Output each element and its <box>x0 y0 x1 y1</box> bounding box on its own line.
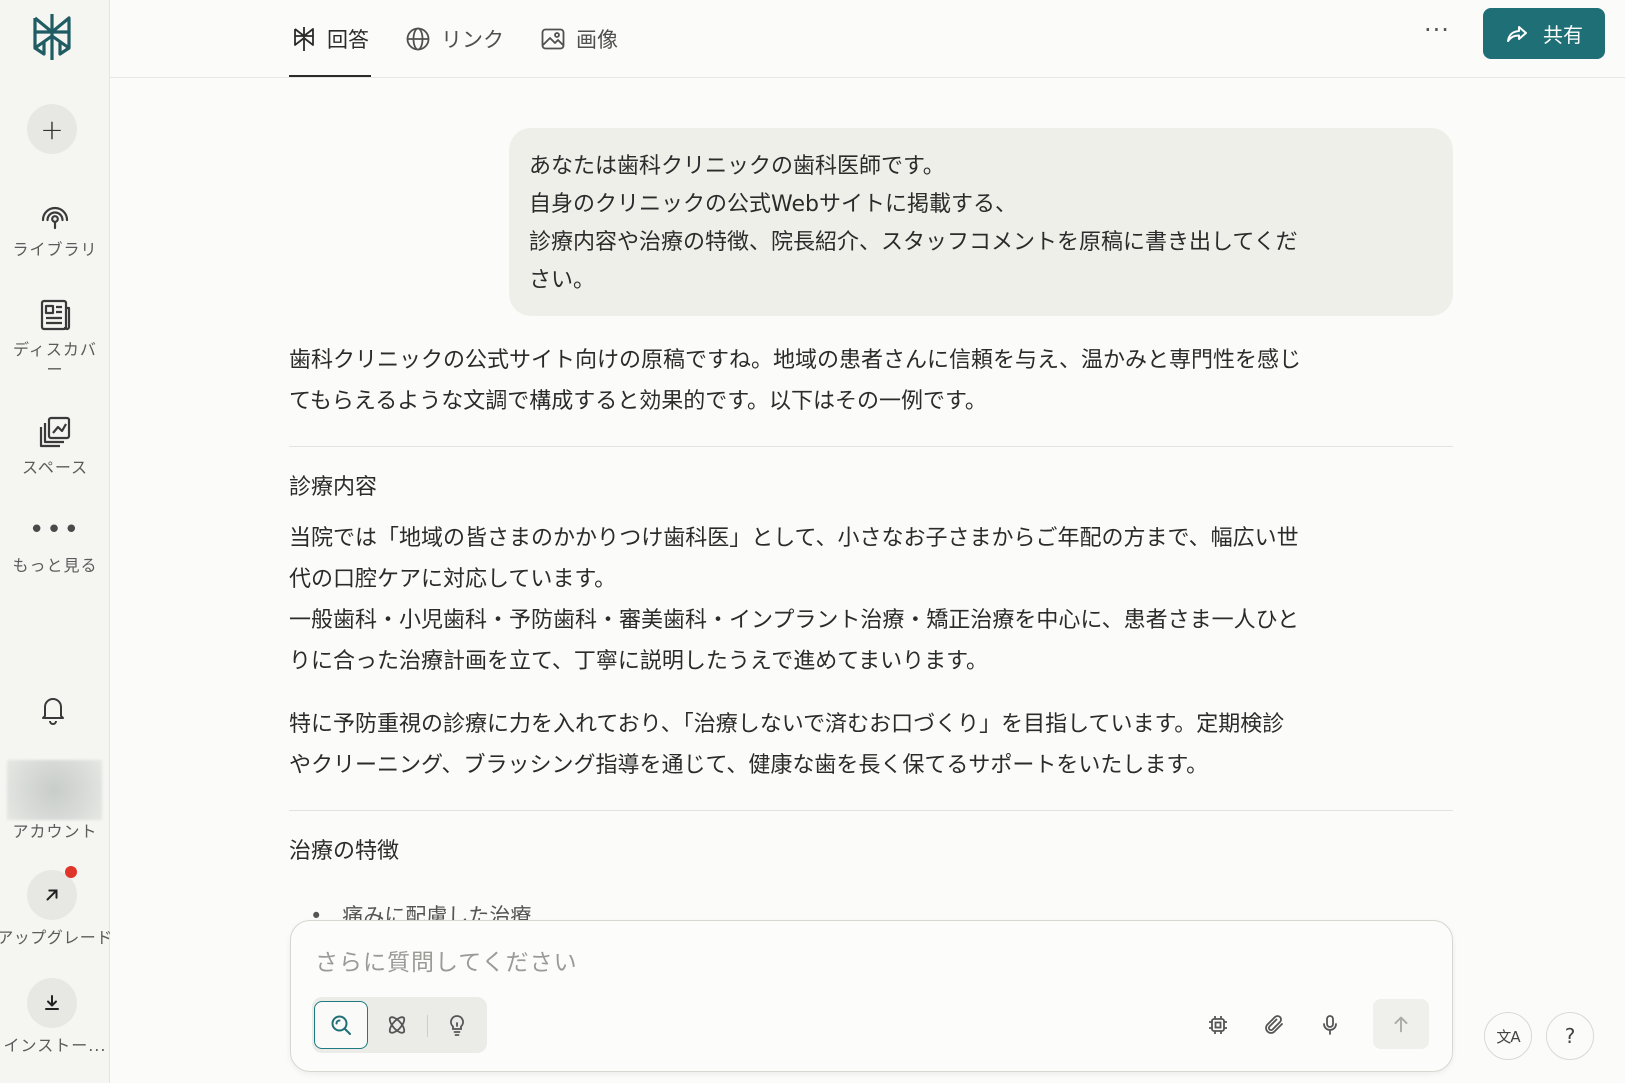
tab-answer[interactable]: 回答 <box>289 0 371 78</box>
tab-label: リンク <box>441 28 504 52</box>
sidebar: + ライブラリ ディスカバー スペース ••• もっと見る アカウント アップグ… <box>0 0 112 1083</box>
paragraph-line: やクリーニング、ブラッシング指導を通じて、健康な歯を長く保てるサポートをいたしま… <box>289 753 1209 778</box>
paragraph-line: 当院では「地域の皆さまのかかりつけ歯科医」として、小さなお子さまからご年配の方ま… <box>289 526 1299 551</box>
download-icon <box>45 995 59 1010</box>
sidebar-item-label: ライブラリ <box>12 240 98 259</box>
share-icon <box>1507 25 1527 42</box>
lightbulb-icon <box>450 1015 464 1036</box>
user-message-line: 診療内容や治療の特徴、院長紹介、スタッフコメントを原稿に書き出してくだ <box>529 230 1298 255</box>
translate-icon: 文A <box>1496 1027 1520 1046</box>
more-icon: ••• <box>28 515 81 545</box>
user-message-bubble: あなたは歯科クリニックの歯科医師です。 自身のクリニックの公式Webサイトに掲載… <box>509 128 1453 316</box>
result-tabs: 回答 リンク 画像 <box>289 0 652 78</box>
upgrade-label[interactable]: アップグレード <box>0 928 116 948</box>
sidebar-item-spaces[interactable]: スペース <box>0 414 110 478</box>
image-icon <box>541 28 565 50</box>
mode-selector <box>312 997 487 1053</box>
attach-button[interactable] <box>1258 1009 1290 1041</box>
more-options-icon[interactable]: ··· <box>1424 16 1450 44</box>
voice-input-button[interactable] <box>1314 1009 1346 1041</box>
atom-icon <box>388 1016 406 1034</box>
plus-icon: + <box>40 112 64 146</box>
section-divider <box>289 810 1453 811</box>
sidebar-item-discover[interactable]: ディスカバー <box>0 296 110 380</box>
sidebar-item-label: もっと見る <box>12 556 98 575</box>
paragraph-line: りに合った治療計画を立て、丁寧に説明したうえで進めてまいります。 <box>289 649 988 674</box>
globe-icon <box>406 27 430 51</box>
header-divider <box>110 77 1625 78</box>
help-icon: ? <box>1564 1024 1576 1048</box>
spaces-icon <box>39 416 71 448</box>
search-input[interactable]: さらに質問してください <box>315 943 578 977</box>
avatar[interactable] <box>7 760 102 820</box>
labs-mode-button[interactable] <box>430 1001 484 1049</box>
paragraph-line: 一般歯科・小児歯科・予防歯科・審美歯科・インプラント治療・矯正治療を中心に、患者… <box>289 608 1300 633</box>
research-mode-button[interactable] <box>370 1001 424 1049</box>
arrow-up-right-icon <box>46 889 58 901</box>
tab-label: 画像 <box>576 28 618 52</box>
perplexity-logo-icon[interactable] <box>27 12 77 62</box>
answer-intro-line: 歯科クリニックの公式サイト向けの原稿ですね。地域の患者さんに信頼を与え、温かみと… <box>289 348 1302 373</box>
library-icon <box>41 206 69 230</box>
arrow-up-icon <box>1394 1016 1408 1033</box>
translate-button[interactable]: 文A <box>1484 1012 1532 1060</box>
answer-body: 歯科クリニックの公式サイト向けの原稿ですね。地域の患者さんに信頼を与え、温かみと… <box>289 340 1453 872</box>
sidebar-item-label: スペース <box>21 458 89 477</box>
search-mode-button[interactable] <box>314 1001 368 1049</box>
submit-button[interactable] <box>1373 999 1429 1049</box>
share-button[interactable]: 共有 <box>1483 8 1605 59</box>
mode-divider <box>427 1015 428 1037</box>
notifications-bell-icon[interactable] <box>36 692 70 726</box>
tab-links[interactable]: リンク <box>403 0 506 78</box>
model-selector-button[interactable] <box>1202 1009 1234 1041</box>
sidebar-item-library[interactable]: ライブラリ <box>0 196 110 260</box>
sidebar-item-more[interactable]: ••• もっと見る <box>0 515 110 576</box>
user-message-line: さい。 <box>529 268 596 293</box>
section-divider <box>289 446 1453 447</box>
share-label: 共有 <box>1543 23 1583 47</box>
search-icon <box>331 1015 351 1035</box>
account-label[interactable]: アカウント <box>0 822 110 842</box>
notification-dot <box>65 866 77 878</box>
user-message-line: 自身のクリニックの公式Webサイトに掲載する、 <box>529 192 1017 217</box>
sidebar-item-label: ディスカバー <box>13 340 97 379</box>
microphone-icon <box>1323 1015 1337 1035</box>
install-button[interactable] <box>27 978 77 1028</box>
discover-icon <box>40 299 71 331</box>
user-message-line: あなたは歯科クリニックの歯科医師です。 <box>529 154 945 179</box>
paperclip-icon <box>1265 1015 1283 1034</box>
paragraph-line: 特に予防重視の診療に力を入れており、「治療しないで済むお口づくり」を目指していま… <box>289 712 1285 737</box>
chip-icon <box>1209 1016 1227 1034</box>
tab-label: 回答 <box>327 28 369 52</box>
help-button[interactable]: ? <box>1546 1012 1594 1060</box>
tab-images[interactable]: 画像 <box>538 0 620 78</box>
paragraph-line: 代の口腔ケアに対応しています。 <box>289 567 617 592</box>
new-thread-button[interactable]: + <box>27 104 77 154</box>
answer-intro-line: てもらえるような文調で構成すると効果的です。以下はその一例です。 <box>289 389 987 414</box>
composer: さらに質問してください <box>290 920 1453 1072</box>
section-title: 診療内容 <box>289 475 378 500</box>
install-label[interactable]: インストー... <box>0 1036 110 1056</box>
section-title: 治療の特徴 <box>289 839 400 864</box>
perplexity-icon <box>294 27 314 51</box>
